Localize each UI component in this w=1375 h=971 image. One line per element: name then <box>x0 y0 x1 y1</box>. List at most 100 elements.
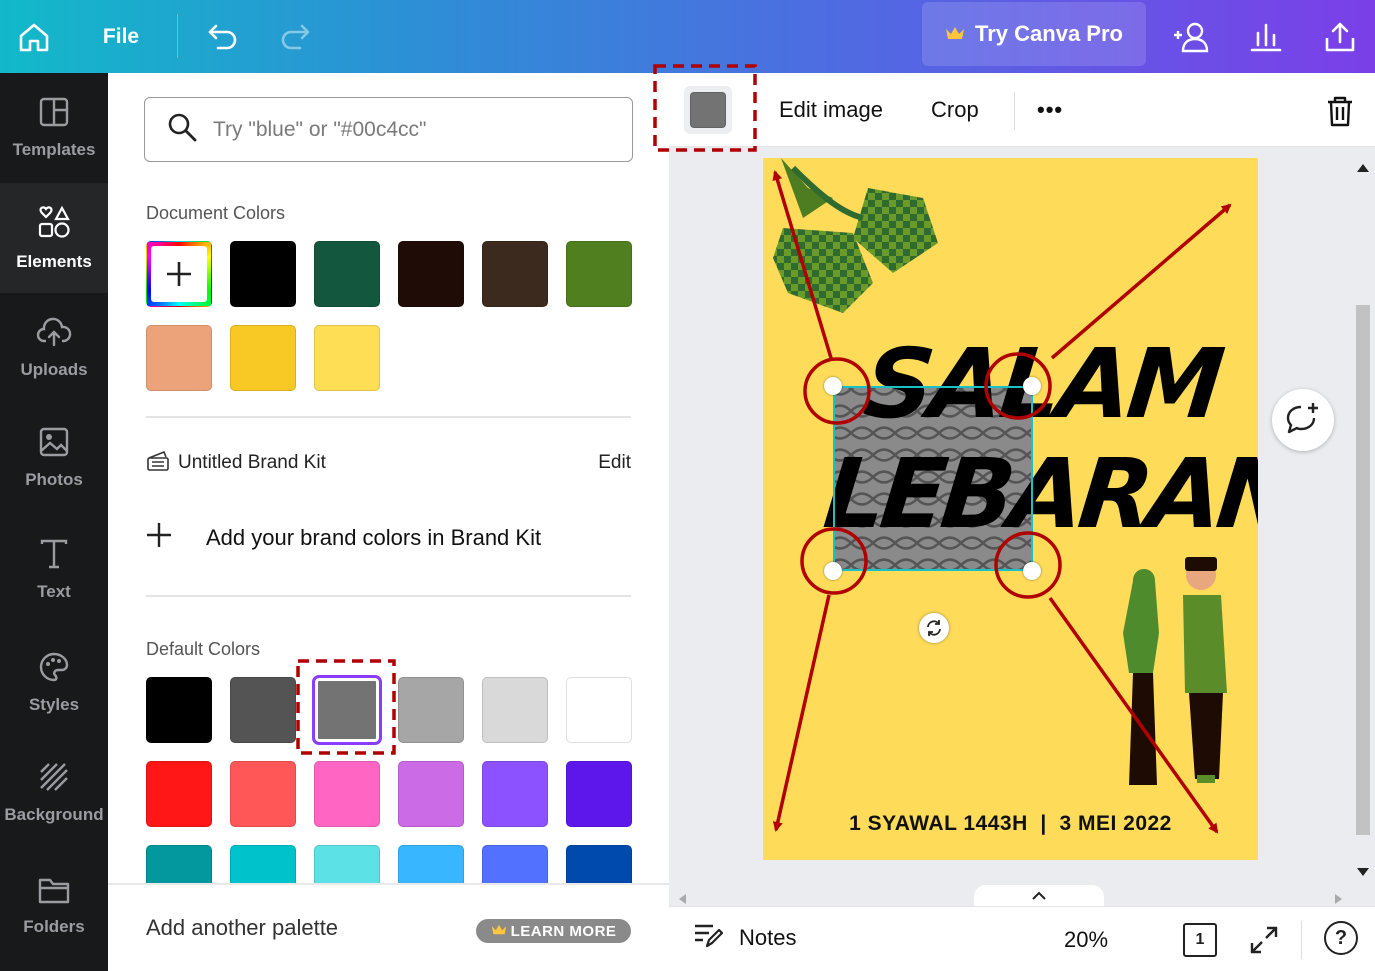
brand-kit-edit-link[interactable]: Edit <box>598 452 631 474</box>
home-icon[interactable] <box>12 0 56 73</box>
default-color-swatch[interactable] <box>230 761 296 827</box>
file-menu[interactable]: File <box>96 0 146 73</box>
rotate-handle-icon[interactable] <box>919 613 949 643</box>
expand-pages-tab[interactable] <box>974 885 1104 907</box>
undo-icon[interactable] <box>202 0 244 73</box>
document-color-swatch[interactable] <box>230 241 296 307</box>
try-canva-pro-button[interactable]: Try Canva Pro <box>922 2 1146 66</box>
default-color-swatch-selected[interactable] <box>312 675 382 745</box>
document-color-swatch[interactable] <box>398 241 464 307</box>
add-color-button[interactable] <box>146 241 212 307</box>
document-color-swatch[interactable] <box>314 241 380 307</box>
current-color-swatch <box>690 92 726 128</box>
plus-icon <box>151 246 207 302</box>
sidebar-item-uploads[interactable]: Uploads <box>0 293 108 403</box>
edit-image-button[interactable]: Edit image <box>779 73 883 147</box>
divider <box>146 416 631 418</box>
comment-icon <box>1285 401 1321 440</box>
redo-icon[interactable] <box>274 0 316 73</box>
default-color-swatch[interactable] <box>566 677 632 743</box>
resize-handle-bottom-right[interactable] <box>1023 562 1041 580</box>
default-color-swatch[interactable] <box>398 677 464 743</box>
add-comment-button[interactable] <box>1272 389 1334 451</box>
default-color-swatch[interactable] <box>482 677 548 743</box>
sidebar-item-templates[interactable]: Templates <box>0 73 108 183</box>
scroll-up-icon[interactable] <box>1357 159 1369 177</box>
document-colors-title: Document Colors <box>146 203 286 223</box>
share-people-icon[interactable] <box>1168 0 1214 73</box>
insights-icon[interactable] <box>1244 0 1288 73</box>
text-icon <box>39 539 69 574</box>
default-color-swatch[interactable] <box>482 761 548 827</box>
sidebar-item-label: Background <box>4 804 104 824</box>
document-color-swatch[interactable] <box>314 325 380 391</box>
chevron-up-icon <box>1032 887 1046 905</box>
top-bar: File Try Canva Pro <box>0 0 1375 73</box>
search-placeholder: Try "blue" or "#00c4cc" <box>213 117 427 141</box>
brand-kit-row: Untitled Brand Kit Edit <box>146 448 631 478</box>
help-label: ? <box>1334 926 1348 949</box>
upload-icon[interactable] <box>1318 0 1362 73</box>
toolbar-divider <box>1301 921 1302 959</box>
sidebar-item-label: Elements <box>16 251 92 271</box>
default-color-swatch[interactable] <box>230 677 296 743</box>
notes-icon <box>693 922 724 953</box>
scroll-down-icon[interactable] <box>1357 863 1369 881</box>
toolbar-divider <box>177 14 178 58</box>
photo-icon <box>39 427 69 462</box>
add-palette-label[interactable]: Add another palette <box>146 915 338 941</box>
sidebar-item-photos[interactable]: Photos <box>0 403 108 513</box>
learn-more-button[interactable]: LEARN MORE <box>476 919 631 943</box>
sidebar-item-label: Folders <box>23 916 85 936</box>
resize-handle-top-right[interactable] <box>1023 377 1041 395</box>
default-color-swatch[interactable] <box>398 761 464 827</box>
default-color-swatch[interactable] <box>146 677 212 743</box>
horizontal-scrollbar[interactable] <box>669 885 1352 907</box>
pro-label: Try Canva Pro <box>975 21 1123 46</box>
date-text[interactable]: 1 SYAWAL 1443H | 3 MEI 2022 <box>763 812 1258 836</box>
vertical-scrollbar[interactable] <box>1352 147 1374 887</box>
selection-box[interactable] <box>833 386 1033 571</box>
sidebar-item-label: Templates <box>12 139 96 159</box>
folder-icon <box>38 876 70 909</box>
fullscreen-icon[interactable] <box>1249 925 1279 960</box>
sidebar-item-label: Text <box>37 581 71 601</box>
document-color-swatch[interactable] <box>146 325 212 391</box>
search-icon <box>167 112 197 148</box>
color-panel: Try "blue" or "#00c4cc" Document Colors … <box>108 73 669 971</box>
help-icon[interactable]: ? <box>1324 921 1358 955</box>
notes-button[interactable]: Notes <box>693 922 796 953</box>
sidebar-item-folders[interactable]: Folders <box>0 851 108 961</box>
scrollbar-thumb[interactable] <box>1356 305 1370 835</box>
panel-footer: Add another palette LEARN MORE <box>108 883 669 971</box>
people-illustration <box>1123 557 1227 785</box>
color-picker-button[interactable] <box>684 86 732 134</box>
document-color-swatch[interactable] <box>482 241 548 307</box>
bottom-bar: Notes 20% 1 ? <box>669 906 1375 971</box>
document-color-swatch[interactable] <box>230 325 296 391</box>
sidebar-item-elements[interactable]: Elements <box>0 183 108 293</box>
default-color-swatch[interactable] <box>146 761 212 827</box>
sidebar-item-text[interactable]: Text <box>0 515 108 625</box>
color-search-field[interactable]: Try "blue" or "#00c4cc" <box>144 97 633 162</box>
crown-icon <box>491 923 507 940</box>
background-icon <box>39 762 69 797</box>
add-brand-colors-button[interactable]: Add your brand colors in Brand Kit <box>146 520 541 556</box>
crop-button[interactable]: Crop <box>931 73 979 147</box>
resize-handle-bottom-left[interactable] <box>824 562 842 580</box>
page-count-button[interactable]: 1 <box>1183 923 1217 957</box>
resize-handle-top-left[interactable] <box>824 377 842 395</box>
sidebar-item-label: Uploads <box>20 359 88 379</box>
sidebar-item-styles[interactable]: Styles <box>0 628 108 738</box>
default-color-swatch[interactable] <box>314 761 380 827</box>
learn-more-label: LEARN MORE <box>510 922 617 940</box>
design-canvas[interactable]: SALAM LEBARAN 1 SYAWAL 1443H | 3 MEI 202… <box>763 158 1258 860</box>
page-number: 1 <box>1195 931 1205 948</box>
sidebar-item-background[interactable]: Background <box>0 738 108 848</box>
document-color-swatch[interactable] <box>566 241 632 307</box>
default-color-swatch[interactable] <box>566 761 632 827</box>
more-options-button[interactable]: ••• <box>1037 73 1063 147</box>
trash-icon[interactable] <box>1325 95 1355 132</box>
zoom-level[interactable]: 20% <box>1064 927 1108 953</box>
divider <box>146 595 631 597</box>
